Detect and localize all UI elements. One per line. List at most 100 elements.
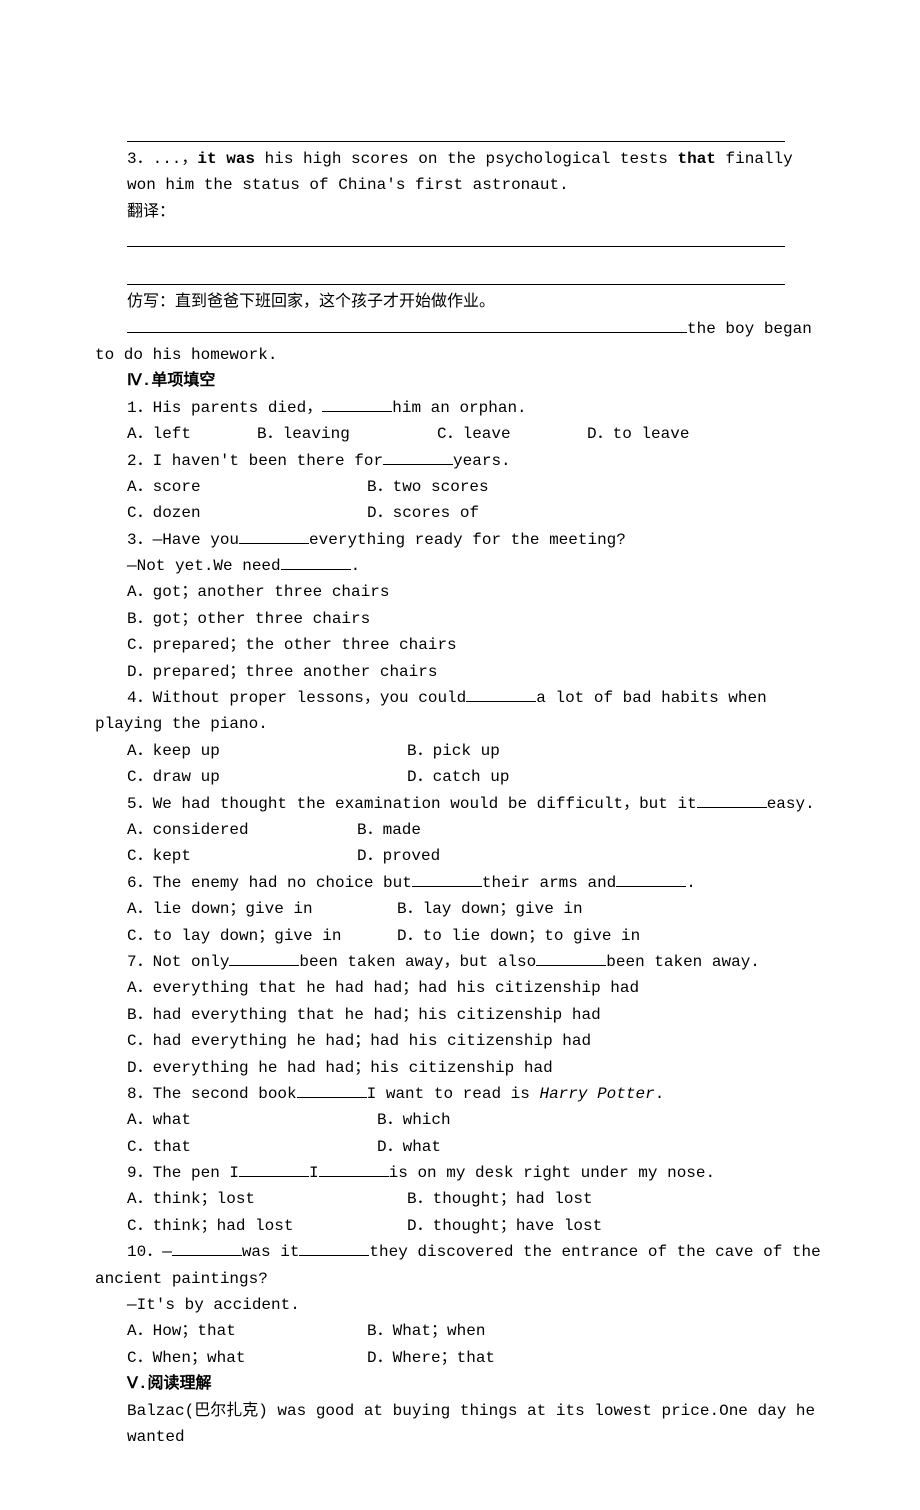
q3b-blank2[interactable] bbox=[281, 554, 351, 570]
q6-options-row2: C．to lay down；give in D．to lie down；to g… bbox=[95, 923, 825, 949]
q3-mid1: his high scores on the psychological tes… bbox=[255, 150, 677, 168]
q2-opt-a[interactable]: A．score bbox=[127, 474, 367, 500]
translate-blank-1[interactable] bbox=[127, 225, 785, 247]
q1-opt-b[interactable]: B．leaving bbox=[257, 421, 437, 447]
q10-text: 10．— bbox=[127, 1243, 172, 1261]
q2-stem: 2．I haven't been there foryears. bbox=[95, 448, 825, 474]
q2-tail: years. bbox=[453, 452, 511, 470]
q7-blank2[interactable] bbox=[536, 950, 606, 966]
q5-options-row2: C．kept D．proved bbox=[95, 843, 825, 869]
q9-opt-b[interactable]: B．thought；had lost bbox=[407, 1186, 593, 1212]
q4-opt-c[interactable]: C．draw up bbox=[127, 764, 407, 790]
q3b-tail: . bbox=[351, 557, 361, 575]
q8-options-row1: A．what B．which bbox=[95, 1107, 825, 1133]
q3-bold1: it was bbox=[197, 150, 255, 168]
q1-opt-c[interactable]: C．leave bbox=[437, 421, 587, 447]
q7-text: 7．Not only bbox=[127, 953, 229, 971]
q10-opt-b[interactable]: B．What；when bbox=[367, 1318, 485, 1344]
q4-opt-d[interactable]: D．catch up bbox=[407, 764, 509, 790]
section-4-header: Ⅳ.单项填空 bbox=[95, 368, 825, 394]
q7-opt-b[interactable]: B．had everything that he had；his citizen… bbox=[95, 1002, 825, 1028]
q2-opt-b[interactable]: B．two scores bbox=[367, 474, 489, 500]
imitate-blank[interactable] bbox=[127, 317, 687, 333]
q7-blank1[interactable] bbox=[229, 950, 299, 966]
q6-opt-a[interactable]: A．lie down；give in bbox=[127, 896, 397, 922]
q10-mid: was it bbox=[242, 1243, 300, 1261]
q8-blank[interactable] bbox=[297, 1082, 367, 1098]
q2-options-row2: C．dozen D．scores of bbox=[95, 500, 825, 526]
q5-opt-b[interactable]: B．made bbox=[357, 817, 421, 843]
q3-bold2: that bbox=[678, 150, 716, 168]
q10-stem: 10．—was itthey discovered the entrance o… bbox=[95, 1239, 825, 1292]
q9-blank2[interactable] bbox=[319, 1161, 389, 1177]
q3-opt-b[interactable]: B．got；other three chairs bbox=[95, 606, 825, 632]
q9-opt-a[interactable]: A．think；lost bbox=[127, 1186, 407, 1212]
q8-italic: Harry Potter bbox=[539, 1085, 654, 1103]
q6-tail: . bbox=[686, 874, 696, 892]
q1-tail: him an orphan. bbox=[392, 399, 526, 417]
q3b-text: 3．—Have you bbox=[127, 531, 239, 549]
q4-blank[interactable] bbox=[466, 686, 536, 702]
q9-tail: is on my desk right under my nose. bbox=[389, 1164, 715, 1182]
q8-opt-c[interactable]: C．that bbox=[127, 1134, 377, 1160]
q5-opt-c[interactable]: C．kept bbox=[127, 843, 357, 869]
translate-blank-2[interactable] bbox=[127, 263, 785, 285]
q9-blank1[interactable] bbox=[239, 1161, 309, 1177]
q2-opt-d[interactable]: D．scores of bbox=[367, 500, 479, 526]
q2-blank[interactable] bbox=[383, 449, 453, 465]
q2-opt-c[interactable]: C．dozen bbox=[127, 500, 367, 526]
q3-sentence: 3．...，it was his high scores on the psyc… bbox=[95, 146, 825, 199]
q6-blank2[interactable] bbox=[616, 871, 686, 887]
q8-text: 8．The second book bbox=[127, 1085, 297, 1103]
q3-opt-a[interactable]: A．got；another three chairs bbox=[95, 579, 825, 605]
q7-opt-a[interactable]: A．everything that he had had；had his cit… bbox=[95, 975, 825, 1001]
q8-options-row2: C．that D．what bbox=[95, 1134, 825, 1160]
q6-opt-d[interactable]: D．to lie down；to give in bbox=[397, 923, 640, 949]
q1-text: 1．His parents died， bbox=[127, 399, 322, 417]
q9-text: 9．The pen I bbox=[127, 1164, 239, 1182]
q8-opt-a[interactable]: A．what bbox=[127, 1107, 377, 1133]
q6-text: 6．The enemy had no choice but bbox=[127, 874, 412, 892]
q4-options-row2: C．draw up D．catch up bbox=[95, 764, 825, 790]
q7-opt-d[interactable]: D．everything he had had；his citizenship … bbox=[95, 1055, 825, 1081]
q5-opt-a[interactable]: A．considered bbox=[127, 817, 357, 843]
q3-stem-2: —Not yet.We need. bbox=[95, 553, 825, 579]
q6-opt-b[interactable]: B．lay down；give in bbox=[397, 896, 583, 922]
q3-opt-d[interactable]: D．prepared；three another chairs bbox=[95, 659, 825, 685]
q9-mid: I bbox=[309, 1164, 319, 1182]
q6-blank1[interactable] bbox=[412, 871, 482, 887]
imitate-label: 仿写：直到爸爸下班回家，这个孩子才开始做作业。 bbox=[95, 289, 825, 315]
q5-options-row1: A．considered B．made bbox=[95, 817, 825, 843]
q10-opt-d[interactable]: D．Where；that bbox=[367, 1345, 495, 1371]
q5-blank[interactable] bbox=[697, 792, 767, 808]
section-5-header: Ⅴ.阅读理解 bbox=[95, 1371, 825, 1397]
q9-opt-c[interactable]: C．think；had lost bbox=[127, 1213, 407, 1239]
q7-mid: been taken away，but also bbox=[299, 953, 536, 971]
q3b-mid: everything ready for the meeting? bbox=[309, 531, 626, 549]
s5-paragraph: Balzac(巴尔扎克) was good at buying things a… bbox=[95, 1398, 825, 1451]
q6-opt-c[interactable]: C．to lay down；give in bbox=[127, 923, 397, 949]
q10-opt-c[interactable]: C．When；what bbox=[127, 1345, 367, 1371]
q1-opt-a[interactable]: A．left bbox=[127, 421, 257, 447]
q8-period: . bbox=[655, 1085, 665, 1103]
q10-blank2[interactable] bbox=[299, 1240, 369, 1256]
q1-opt-d[interactable]: D．to leave bbox=[587, 421, 689, 447]
q1-blank[interactable] bbox=[322, 396, 392, 412]
q10-blank1[interactable] bbox=[172, 1240, 242, 1256]
q10-options-row1: A．How；that B．What；when bbox=[95, 1318, 825, 1344]
q2-options-row1: A．score B．two scores bbox=[95, 474, 825, 500]
q3-opt-c[interactable]: C．prepared；the other three chairs bbox=[95, 632, 825, 658]
q4-opt-b[interactable]: B．pick up bbox=[407, 738, 500, 764]
q9-options-row1: A．think；lost B．thought；had lost bbox=[95, 1186, 825, 1212]
q9-opt-d[interactable]: D．thought；have lost bbox=[407, 1213, 602, 1239]
q3b-text2: —Not yet.We need bbox=[127, 557, 281, 575]
q8-opt-b[interactable]: B．which bbox=[377, 1107, 451, 1133]
q5-tail: easy. bbox=[767, 795, 815, 813]
q7-opt-c[interactable]: C．had everything he had；had his citizens… bbox=[95, 1028, 825, 1054]
q3b-blank[interactable] bbox=[239, 528, 309, 544]
q10-opt-a[interactable]: A．How；that bbox=[127, 1318, 367, 1344]
q5-opt-d[interactable]: D．proved bbox=[357, 843, 440, 869]
q8-stem: 8．The second bookI want to read is Harry… bbox=[95, 1081, 825, 1107]
q4-opt-a[interactable]: A．keep up bbox=[127, 738, 407, 764]
q8-opt-d[interactable]: D．what bbox=[377, 1134, 441, 1160]
